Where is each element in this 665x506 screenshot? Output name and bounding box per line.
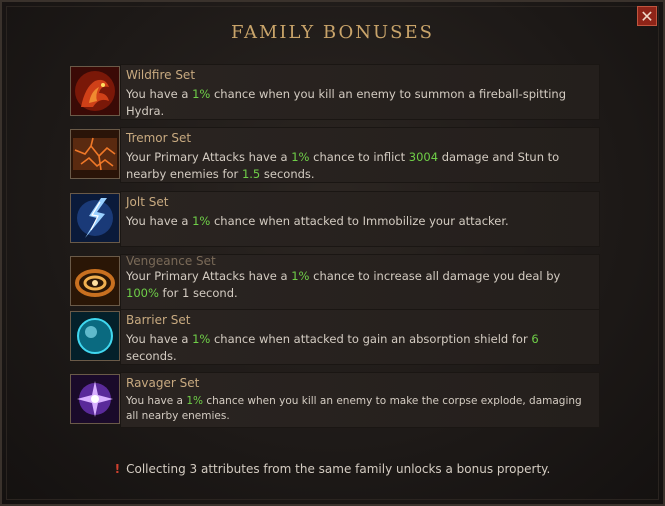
set-description: You have a 1% chance when you kill an en… xyxy=(126,86,588,120)
explosion-icon xyxy=(70,374,120,424)
highlight-value: 1.5 xyxy=(241,167,261,181)
description-text: chance to inflict xyxy=(309,150,409,164)
cracked-ground-icon xyxy=(70,129,120,179)
set-row-jolt: Jolt Set You have a 1% chance when attac… xyxy=(68,191,600,247)
hydra-icon xyxy=(70,66,120,116)
description-text: You have a xyxy=(126,395,187,407)
set-description: You have a 1% chance when attacked to Im… xyxy=(126,213,588,230)
highlight-value: 1% xyxy=(291,269,310,283)
set-description: Your Primary Attacks have a 1% chance to… xyxy=(126,149,588,183)
highlight-value: 6 xyxy=(531,332,539,346)
set-row-tremor: Tremor Set Your Primary Attacks have a 1… xyxy=(68,127,600,183)
shield-orb-icon xyxy=(70,311,120,361)
set-description: Your Primary Attacks have a 1% chance to… xyxy=(126,268,588,302)
family-bonuses-panel: FAMILY BONUSES ✕ Wildfire Set You have a… xyxy=(0,0,665,506)
description-text: for 1 second. xyxy=(158,286,238,300)
highlight-value: 3004 xyxy=(408,150,439,164)
highlight-value: 1% xyxy=(192,87,211,101)
set-name: Wildfire Set xyxy=(126,68,196,82)
set-name: Vengeance Set xyxy=(126,254,216,268)
set-name: Jolt Set xyxy=(126,195,169,209)
description-text: Your Primary Attacks have a xyxy=(126,269,292,283)
set-row-wildfire: Wildfire Set You have a 1% chance when y… xyxy=(68,64,600,120)
description-text: You have a xyxy=(126,87,193,101)
lightning-icon xyxy=(70,193,120,243)
description-text: seconds. xyxy=(260,167,315,181)
description-text: chance when attacked to Immobilize your … xyxy=(210,214,509,228)
set-name: Tremor Set xyxy=(126,131,192,145)
set-description: You have a 1% chance when you kill an en… xyxy=(126,394,588,424)
set-row-barrier: Barrier Set You have a 1% chance when at… xyxy=(68,309,600,365)
warning-icon: ! xyxy=(114,462,121,476)
highlight-value: 1% xyxy=(192,214,211,228)
description-text: chance to increase all damage you deal b… xyxy=(309,269,561,283)
description-text: You have a xyxy=(126,214,193,228)
close-icon: ✕ xyxy=(640,7,654,26)
highlight-value: 100% xyxy=(126,286,159,300)
panel-title: FAMILY BONUSES xyxy=(231,22,434,43)
set-name: Barrier Set xyxy=(126,313,191,327)
footer-note: ! Collecting 3 attributes from the same f… xyxy=(2,462,663,476)
highlight-value: 1% xyxy=(192,332,211,346)
set-row-vengeance: Vengeance Set Your Primary Attacks have … xyxy=(68,254,600,310)
highlight-value: 1% xyxy=(186,395,203,407)
vortex-icon xyxy=(70,256,120,306)
description-text: You have a xyxy=(126,332,193,346)
close-button[interactable]: ✕ xyxy=(637,6,657,26)
highlight-value: 1% xyxy=(291,150,310,164)
description-text: chance when attacked to gain an absorpti… xyxy=(210,332,532,346)
description-text: Your Primary Attacks have a xyxy=(126,150,292,164)
set-row-ravager: Ravager Set You have a 1% chance when yo… xyxy=(68,372,600,428)
set-description: You have a 1% chance when attacked to ga… xyxy=(126,331,588,365)
description-text: seconds. xyxy=(126,349,177,363)
footer-text: Collecting 3 attributes from the same fa… xyxy=(126,462,551,476)
set-name: Ravager Set xyxy=(126,376,200,390)
